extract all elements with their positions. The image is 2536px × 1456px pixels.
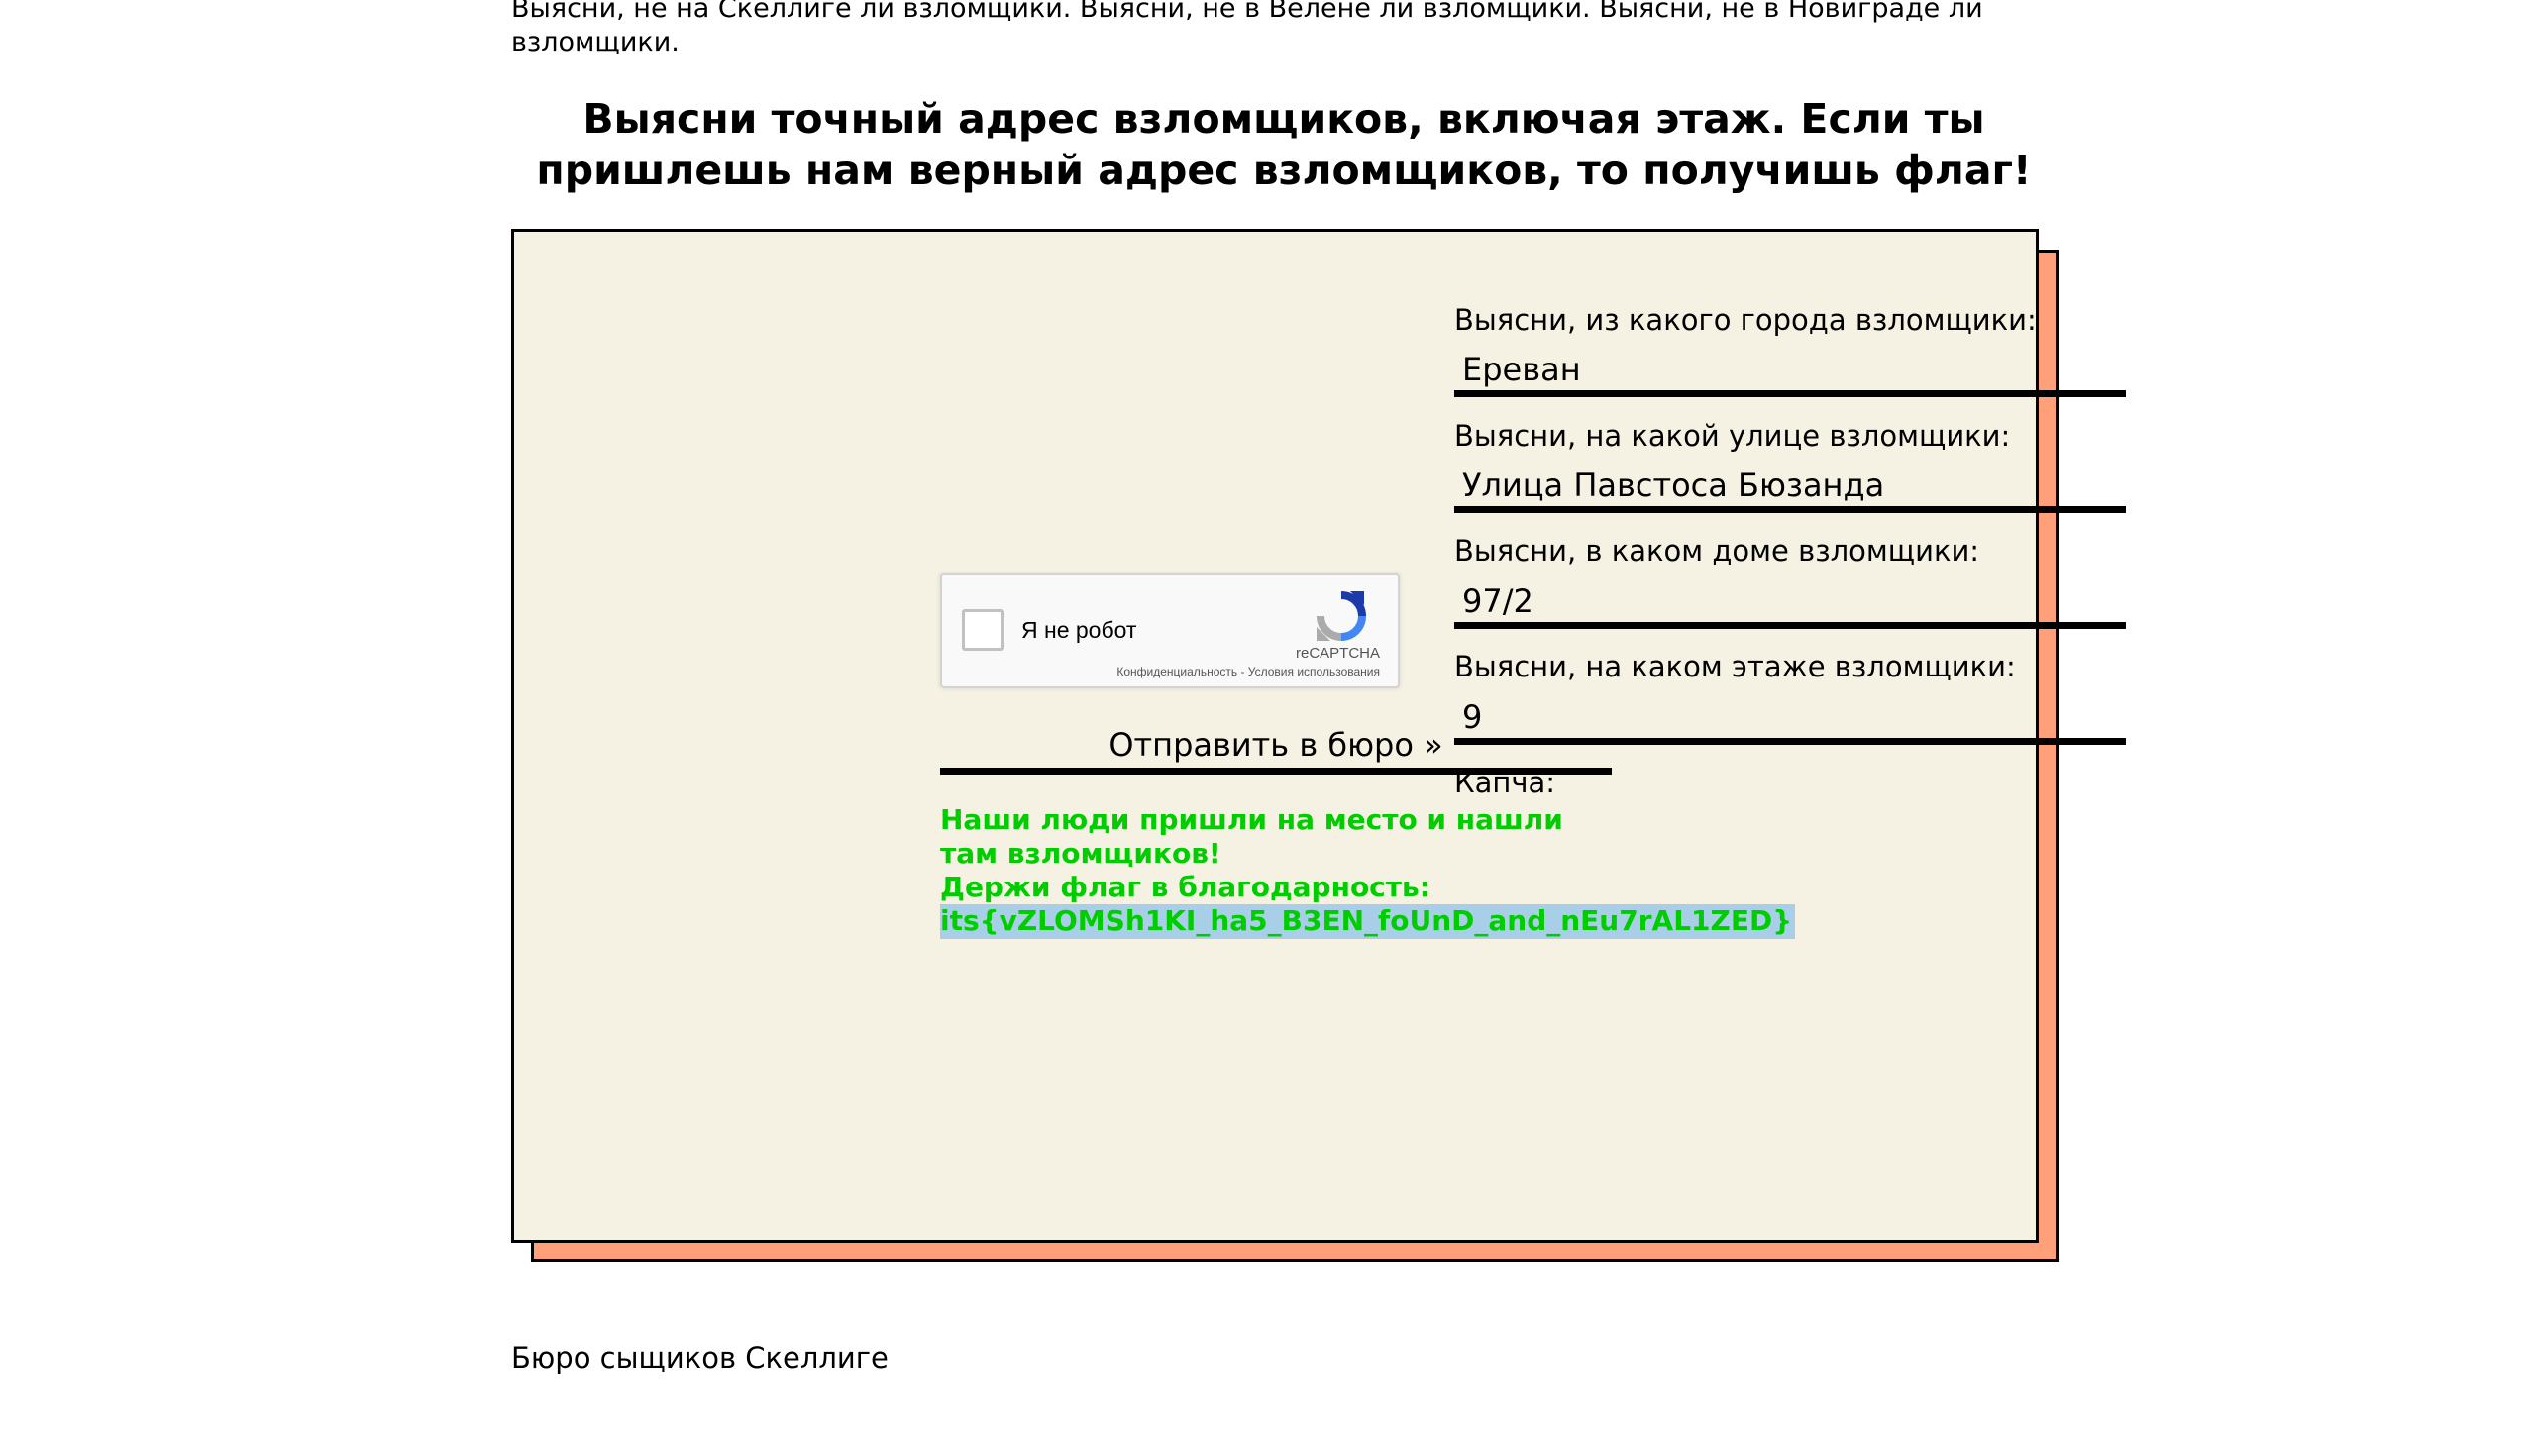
recaptcha-terms-link[interactable]: Условия использования: [1248, 665, 1380, 678]
recaptcha-privacy-link[interactable]: Конфиденциальность: [1116, 665, 1237, 678]
result-line-2: там взломщиков!: [940, 837, 1221, 870]
result-message: Наши люди пришли на место и нашли там вз…: [940, 803, 1796, 939]
recaptcha-logo-icon: [1317, 591, 1366, 641]
recaptcha-widget: Я не робот reCAPTCHA Конфиденциальность …: [940, 573, 1400, 688]
intro-text: Выясни, не на Скеллиге ли взломщики. Выя…: [511, 0, 1983, 57]
recaptcha-checkbox-label: Я не робот: [1021, 617, 1137, 643]
house-input[interactable]: [1454, 579, 2126, 629]
submit-button[interactable]: Отправить в бюро »: [940, 721, 1612, 775]
city-label: Выясни, из какого города взломщики:: [1454, 303, 2037, 337]
floor-label: Выясни, на каком этаже взломщики:: [1454, 650, 2016, 683]
house-label: Выясни, в каком доме взломщики:: [1454, 534, 1980, 568]
flag-text[interactable]: its{vZLOMSh1KI_ha5_B3EN_foUnD_and_nEu7rA…: [940, 904, 1796, 939]
recaptcha-link-separator: -: [1237, 665, 1248, 678]
street-label: Выясни, на какой улице взломщики:: [1454, 419, 2011, 453]
page-headline: Выясни точный адрес взломщиков, включая …: [536, 95, 2032, 194]
result-line-3: Держи флаг в благодарность:: [940, 871, 1430, 903]
street-input[interactable]: [1454, 464, 2126, 513]
city-input[interactable]: [1454, 348, 2126, 397]
recaptcha-links: Конфиденциальность - Условия использован…: [1116, 665, 1380, 678]
footer-text: Бюро сыщиков Скеллиге: [511, 1341, 889, 1375]
recaptcha-brand: reCAPTCHA: [1295, 645, 1380, 662]
recaptcha-checkbox[interactable]: [962, 609, 1004, 651]
result-line-1: Наши люди пришли на место и нашли: [940, 803, 1563, 836]
